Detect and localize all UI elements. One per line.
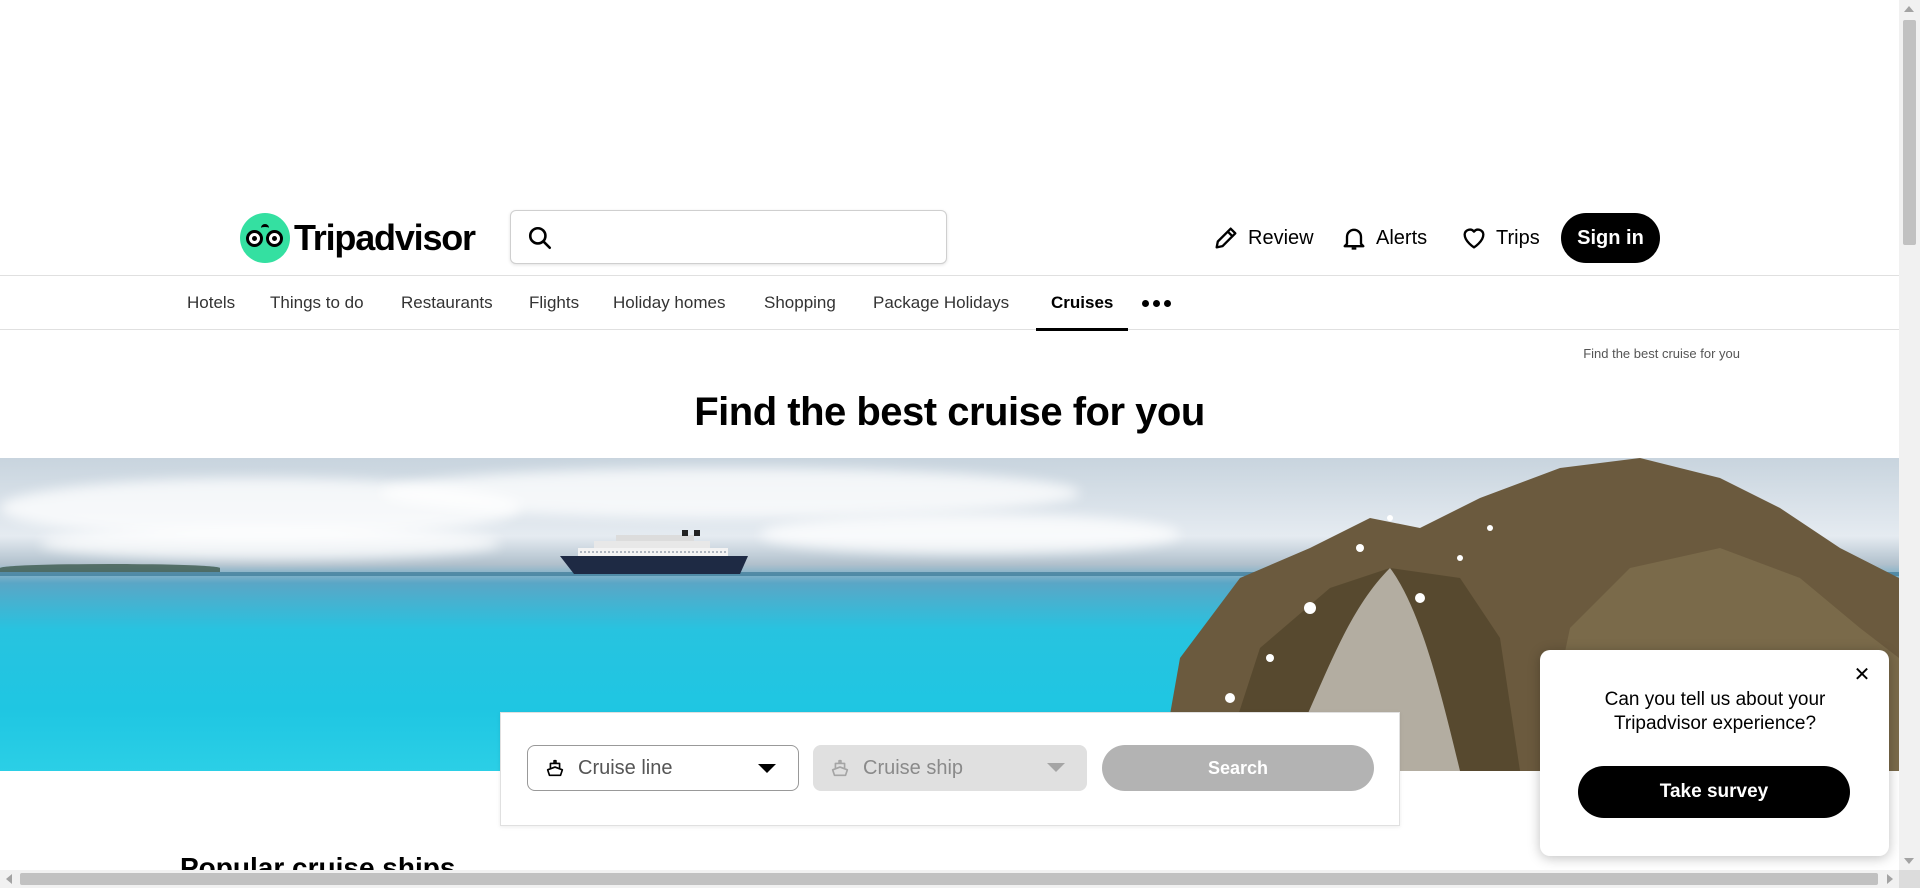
nav-item-hotels[interactable]: Hotels [187,276,235,330]
tripadvisor-logo[interactable]: Tripadvisor [240,213,476,263]
cruise-ship-image [560,530,748,574]
cruise-line-placeholder: Cruise line [578,756,673,779]
search-input[interactable] [563,219,933,255]
survey-question: Can you tell us about your Tripadvisor e… [1604,689,1826,734]
chevron-down-icon [1047,763,1065,772]
more-dots-icon[interactable] [1142,276,1171,330]
scroll-left-icon[interactable] [6,874,12,884]
nav-item-restaurants[interactable]: Restaurants [401,276,493,330]
scroll-down-icon[interactable] [1904,858,1914,864]
cruise-ship-select: Cruise ship [813,745,1087,791]
scrollbar-corner [1899,870,1920,888]
page-title: Find the best cruise for you [694,390,1205,434]
main-nav: Hotels Things to do Restaurants Flights … [0,276,1899,331]
nav-item-flights[interactable]: Flights [529,276,579,330]
search-button[interactable]: Search [1102,745,1374,791]
heart-icon [1463,228,1485,249]
breadcrumb: Find the best cruise for you [1583,346,1740,361]
sign-in-button[interactable]: Sign in [1561,213,1660,263]
site-header: Tripadvisor Review Alerts Trips Sign in [0,200,1899,276]
scroll-right-icon[interactable] [1887,874,1893,884]
scrollbar-thumb[interactable] [20,873,1878,885]
owl-logo-icon [240,213,290,263]
nav-item-cruises[interactable]: Cruises [1035,276,1129,331]
review-label: Review [1248,226,1314,249]
nav-item-things-to-do[interactable]: Things to do [270,276,364,330]
review-button[interactable]: Review [1212,220,1314,256]
nav-item-shopping[interactable]: Shopping [764,276,836,330]
ship-icon [831,759,849,777]
scroll-up-icon[interactable] [1904,6,1914,12]
nav-item-holiday-homes[interactable]: Holiday homes [613,276,725,330]
close-icon[interactable]: ✕ [1851,664,1873,686]
vertical-scrollbar[interactable] [1899,0,1920,870]
chevron-down-icon [758,764,776,773]
bell-icon [1343,228,1365,250]
ad-space [0,0,1899,200]
take-survey-button[interactable]: Take survey [1578,766,1850,818]
scrollbar-thumb[interactable] [1903,20,1916,245]
cruise-search-card: Cruise line Cruise ship Search [500,712,1400,826]
ship-icon [546,759,564,777]
cruise-line-select[interactable]: Cruise line [527,745,799,791]
search-box[interactable] [510,210,947,264]
nav-item-package-holidays[interactable]: Package Holidays [873,276,1009,330]
logo-text: Tripadvisor [294,217,476,258]
pencil-icon [1215,227,1237,249]
horizontal-scrollbar[interactable] [0,870,1899,888]
search-icon [528,226,552,250]
survey-popup: ✕ Can you tell us about your Tripadvisor… [1540,650,1889,856]
cruise-ship-placeholder: Cruise ship [863,756,964,779]
alerts-label: Alerts [1376,226,1428,249]
trips-label: Trips [1496,226,1540,249]
alerts-button[interactable]: Alerts [1340,220,1427,256]
trips-button[interactable]: Trips [1460,220,1540,256]
